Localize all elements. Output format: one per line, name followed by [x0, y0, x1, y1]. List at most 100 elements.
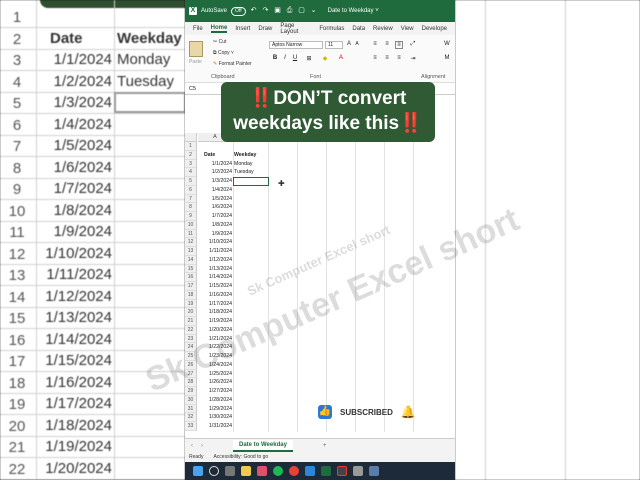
row-header[interactable]: 29 — [185, 387, 197, 396]
increase-font-icon[interactable]: A — [345, 41, 353, 47]
weekday-cell[interactable] — [233, 370, 267, 379]
row-header[interactable]: 10 — [185, 220, 197, 230]
copy-button[interactable]: ⧉ Copy ˅ — [213, 50, 234, 56]
undo-icon[interactable]: ↶ — [250, 7, 258, 15]
chrome-icon[interactable] — [289, 466, 299, 476]
tab-formulas[interactable]: Formulas — [319, 26, 344, 32]
file-explorer-icon[interactable] — [241, 466, 251, 476]
active-cell-c5[interactable] — [233, 177, 269, 186]
underline-button[interactable]: U — [291, 55, 299, 61]
row-header[interactable]: 12 — [185, 238, 197, 247]
accessibility-status[interactable]: Accessibility: Good to go — [213, 454, 268, 460]
next-sheet-icon[interactable]: › — [201, 443, 203, 449]
row-header[interactable]: 6 — [185, 185, 197, 195]
add-sheet-button[interactable]: + — [323, 443, 327, 449]
align-bottom-icon[interactable]: ≡ — [395, 41, 403, 49]
weekday-cell[interactable] — [233, 422, 267, 431]
font-color-icon[interactable]: A — [337, 55, 345, 61]
date-cell[interactable]: 1/14/2024 — [198, 273, 232, 282]
date-cell[interactable]: 1/12/2024 — [198, 256, 232, 265]
file-name[interactable]: Date to Weekday ˅ — [328, 8, 379, 14]
weekday-cell[interactable] — [233, 405, 267, 414]
row-header[interactable]: 3 — [185, 159, 197, 169]
date-cell[interactable]: 1/18/2024 — [198, 308, 232, 317]
italic-button[interactable]: I — [281, 55, 289, 61]
date-cell[interactable] — [198, 142, 232, 151]
weekday-cell[interactable] — [233, 387, 267, 396]
borders-icon[interactable]: ⊞ — [305, 55, 313, 62]
weekday-cell[interactable] — [233, 396, 267, 405]
row-header[interactable]: 21 — [185, 317, 197, 326]
weekday-cell[interactable] — [233, 265, 267, 274]
row-header[interactable]: 8 — [185, 203, 197, 212]
date-cell[interactable]: 1/31/2024 — [198, 422, 232, 431]
weekday-cell[interactable]: Weekday — [233, 151, 267, 160]
align-right-icon[interactable]: ≡ — [395, 55, 403, 61]
align-middle-icon[interactable]: ≡ — [383, 41, 391, 47]
date-cell[interactable]: 1/5/2024 — [198, 195, 232, 204]
row-header[interactable]: 4 — [185, 168, 197, 177]
redo-icon[interactable]: ↷ — [262, 7, 270, 15]
paste-button[interactable]: Paste — [189, 41, 203, 65]
name-box[interactable]: C5 — [189, 86, 196, 92]
weekday-cell[interactable] — [233, 142, 267, 151]
weekday-cell[interactable]: Tuesday — [233, 168, 267, 177]
row-header[interactable]: 32 — [185, 413, 197, 422]
row-header[interactable]: 5 — [185, 177, 197, 186]
wrap-text-button[interactable]: W — [443, 41, 451, 47]
bell-icon[interactable]: 🔔 — [401, 405, 416, 419]
subscribe-overlay[interactable]: 👍 SUBSCRIBED 🔔 — [318, 400, 434, 424]
tab-draw[interactable]: Draw — [258, 26, 272, 32]
weekday-cell[interactable]: Monday — [233, 160, 267, 169]
date-cell[interactable]: 1/8/2024 — [198, 221, 232, 230]
align-left-icon[interactable]: ≡ — [371, 55, 379, 61]
print-icon[interactable]: ⎙ — [286, 7, 294, 15]
date-cell[interactable]: 1/28/2024 — [198, 396, 232, 405]
row-header[interactable]: 31 — [185, 404, 197, 414]
weekday-cell[interactable] — [233, 300, 267, 309]
save-icon[interactable]: ▣ — [274, 7, 282, 15]
tab-view[interactable]: View — [401, 26, 414, 32]
date-cell[interactable]: 1/15/2024 — [198, 282, 232, 291]
tab-page-layout[interactable]: Page Layout — [280, 23, 311, 35]
align-center-icon[interactable]: ≡ — [383, 55, 391, 61]
search-icon[interactable] — [209, 466, 219, 476]
date-cell[interactable]: 1/3/2024 — [198, 177, 232, 186]
app-icon[interactable] — [353, 466, 363, 476]
tab-insert[interactable]: Insert — [235, 26, 250, 32]
date-cell[interactable]: Date — [198, 151, 232, 160]
weekday-cell[interactable] — [233, 212, 267, 221]
calculator-icon[interactable] — [369, 466, 379, 476]
weekday-cell[interactable] — [233, 186, 267, 195]
tab-home[interactable]: Home — [210, 25, 228, 33]
row-header[interactable]: 14 — [185, 255, 197, 265]
select-all-corner[interactable] — [185, 133, 197, 142]
row-header[interactable]: 19 — [185, 299, 197, 309]
date-cell[interactable]: 1/2/2024 — [198, 168, 232, 177]
excel-taskbar-icon[interactable] — [321, 466, 331, 476]
date-cell[interactable]: 1/19/2024 — [198, 317, 232, 326]
recorder-icon[interactable] — [337, 466, 347, 476]
date-cell[interactable]: 1/7/2024 — [198, 212, 232, 221]
align-top-icon[interactable]: ≡ — [371, 41, 379, 47]
weekday-cell[interactable] — [233, 256, 267, 265]
weekday-cell[interactable] — [233, 238, 267, 247]
tab-file[interactable]: File — [193, 26, 203, 32]
prev-sheet-icon[interactable]: ‹ — [191, 443, 193, 449]
customize-icon[interactable]: ⌄ — [310, 7, 318, 15]
font-name-select[interactable]: Aptos Narrow — [269, 41, 323, 49]
row-header[interactable]: 30 — [185, 395, 197, 405]
new-file-icon[interactable]: ▢ — [298, 7, 306, 15]
date-cell[interactable]: 1/13/2024 — [198, 265, 232, 274]
windows-start-icon[interactable] — [193, 466, 203, 476]
font-size-select[interactable]: 11 — [325, 41, 343, 49]
merge-button[interactable]: M — [443, 55, 451, 61]
tab-develope[interactable]: Develope — [422, 26, 447, 32]
tab-data[interactable]: Data — [352, 26, 365, 32]
spotify-icon[interactable] — [273, 466, 283, 476]
date-cell[interactable]: 1/6/2024 — [198, 203, 232, 212]
autosave-toggle[interactable]: Off — [231, 6, 246, 16]
format-painter-button[interactable]: ✎ Format Painter — [213, 61, 252, 67]
weekday-cell[interactable] — [233, 378, 267, 387]
date-cell[interactable]: 1/11/2024 — [198, 247, 232, 256]
